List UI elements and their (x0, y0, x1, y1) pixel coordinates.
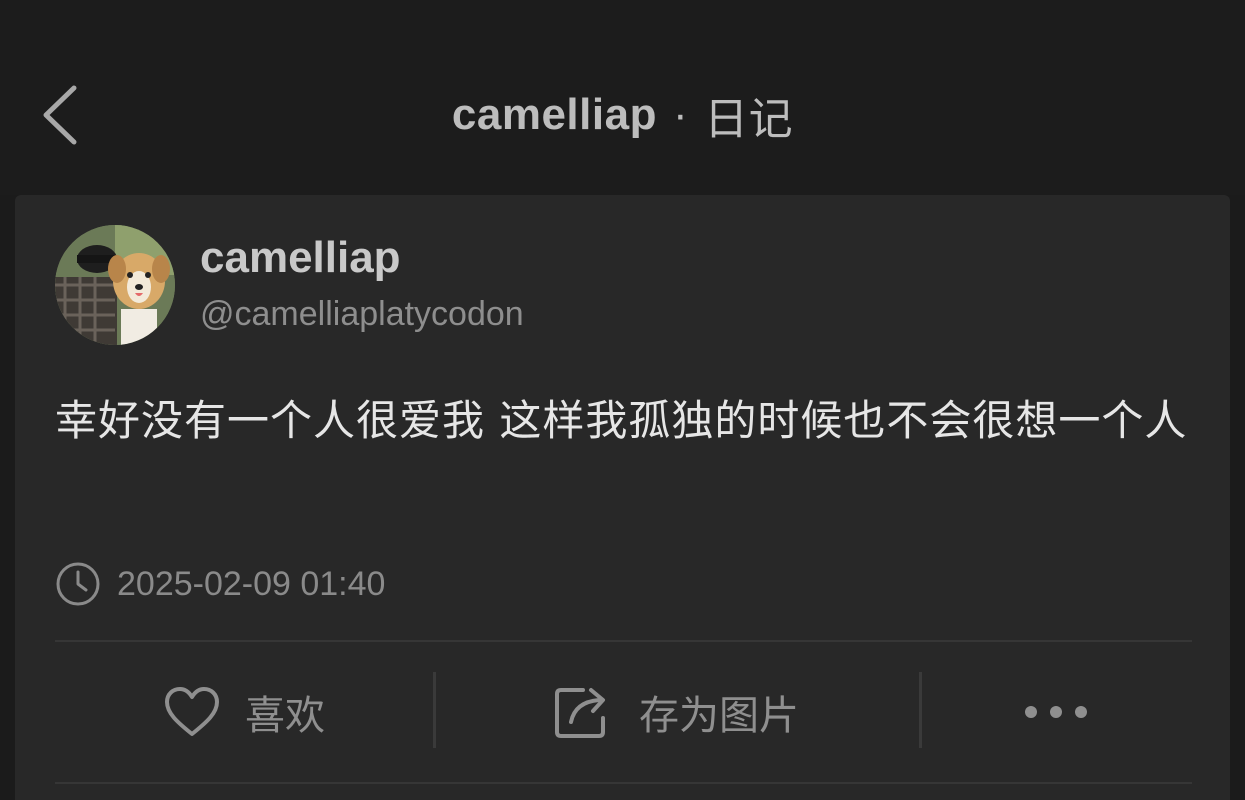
page-title-section: 日记 (704, 94, 794, 145)
post-timestamp: 2025-02-09 01:40 (55, 560, 385, 608)
save-as-image-label: 存为图片 (639, 693, 799, 739)
avatar[interactable] (55, 225, 175, 345)
avatar-image (55, 225, 175, 345)
title-separator: · (672, 90, 689, 139)
post-card: camelliap @camelliaplatycodon 幸好没有一个人很爱我… (15, 195, 1230, 800)
author-handle: @camelliaplatycodon (200, 295, 524, 333)
post-body: 幸好没有一个人很爱我 这样我孤独的时候也不会很想一个人 (55, 396, 1188, 445)
action-bar: 喜欢 存为图片 (55, 642, 1192, 782)
more-icon (1024, 706, 1087, 718)
like-button[interactable]: 喜欢 (55, 642, 433, 782)
page-title: camelliap · 日记 (0, 80, 1245, 150)
divider (55, 782, 1192, 784)
like-label: 喜欢 (245, 693, 325, 739)
clock-icon (56, 562, 100, 606)
save-as-image-button[interactable]: 存为图片 (433, 642, 919, 782)
timestamp-text: 2025-02-09 01:40 (117, 564, 386, 603)
top-navigation-bar: camelliap · 日记 (0, 0, 1245, 195)
share-image-icon (555, 688, 605, 738)
author-name[interactable]: camelliap (200, 233, 401, 283)
more-button[interactable] (919, 642, 1192, 782)
page-title-user: camelliap (451, 90, 657, 139)
heart-icon (165, 687, 219, 736)
